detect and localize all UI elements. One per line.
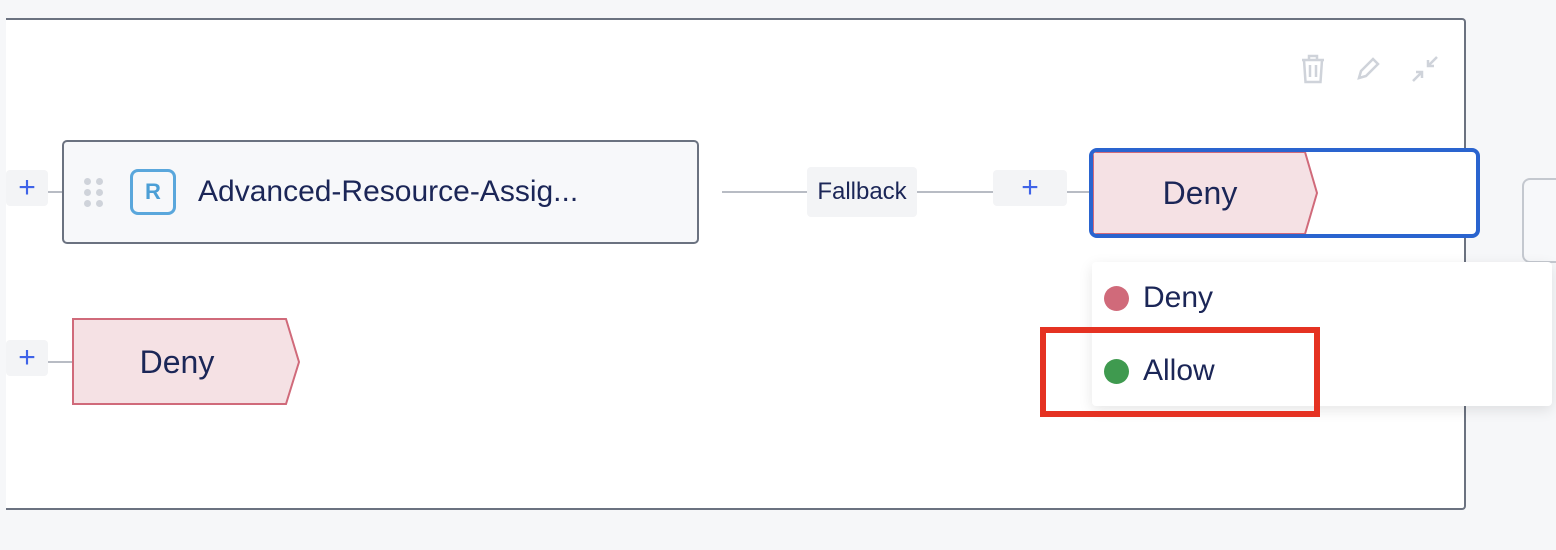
trash-icon[interactable] [1296, 52, 1330, 86]
add-before-default-effect-button[interactable]: + [6, 340, 48, 376]
default-deny-effect[interactable]: Deny [72, 318, 302, 406]
connector-line [1067, 191, 1089, 193]
drag-handle-icon[interactable] [84, 177, 104, 207]
dropdown-option-deny[interactable]: Deny [1092, 268, 1552, 328]
plus-icon: + [18, 171, 36, 204]
resource-type-badge: R [130, 169, 176, 215]
effect-dropdown-menu: Deny Allow [1092, 262, 1552, 406]
deny-status-dot-icon [1104, 285, 1129, 311]
policy-canvas: + R Advanced-Resource-Assig... Fallback … [0, 0, 1556, 550]
resource-node[interactable]: R Advanced-Resource-Assig... [62, 140, 699, 244]
add-before-resource-button[interactable]: + [6, 170, 48, 206]
allow-status-dot-icon [1104, 358, 1129, 384]
add-before-effect-button[interactable]: + [993, 170, 1067, 206]
plus-icon: + [18, 341, 36, 374]
next-node-partial [1522, 178, 1556, 263]
dropdown-option-label: Allow [1143, 354, 1215, 387]
dropdown-option-allow[interactable]: Allow [1092, 341, 1552, 401]
deny-effect-tag: Deny [1093, 152, 1325, 234]
connector-line [722, 191, 807, 193]
fallback-label: Fallback [807, 167, 917, 217]
resource-node-name: Advanced-Resource-Assig... [198, 175, 579, 208]
dropdown-option-label: Deny [1143, 281, 1214, 314]
connector-line [917, 191, 993, 193]
connector-line [48, 361, 73, 363]
default-deny-label: Deny [139, 343, 215, 380]
collapse-icon[interactable] [1408, 52, 1442, 86]
pencil-icon[interactable] [1351, 52, 1385, 86]
deny-effect-label: Deny [1162, 174, 1238, 211]
plus-icon: + [1021, 171, 1039, 204]
effect-select[interactable]: Deny [1089, 148, 1480, 238]
connector-line [48, 191, 62, 193]
